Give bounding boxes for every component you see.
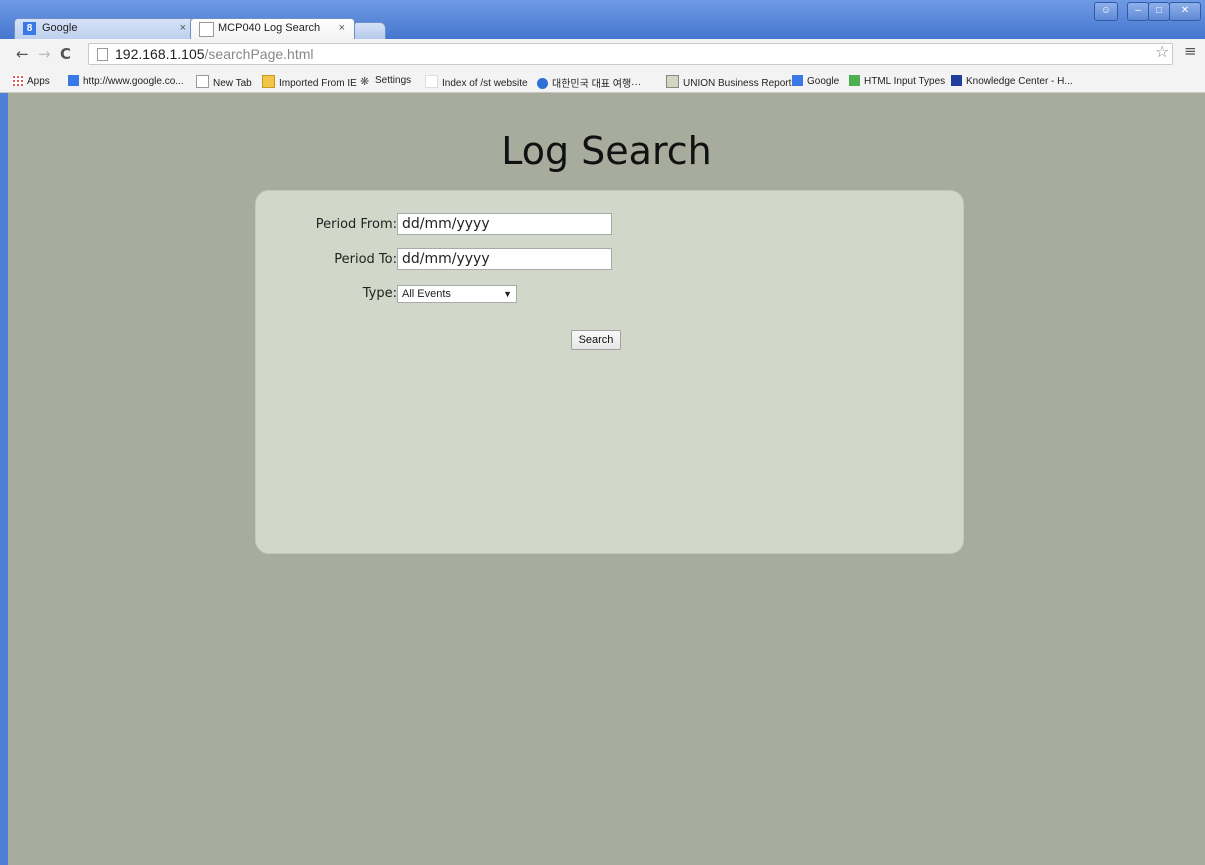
menu-icon[interactable]: ≡	[1184, 42, 1197, 60]
bookmark-label: Knowledge Center - H...	[966, 76, 1073, 87]
period-from-input[interactable]: dd/mm/yyyy	[397, 213, 612, 235]
bookmark-union-business-report[interactable]: UNION Business Report	[666, 75, 791, 89]
tab-close-icon[interactable]: ×	[339, 18, 345, 39]
url-host: 192.168.1.105	[115, 46, 205, 62]
bookmark-label: Google	[807, 76, 840, 87]
new-tab-button[interactable]	[354, 22, 386, 40]
bookmarks-bar: Apps http://www.google.co... New Tab Imp…	[0, 71, 1205, 93]
bookmark-label: HTML Input Types	[864, 76, 946, 87]
globe-icon	[537, 78, 548, 89]
page-icon	[196, 75, 209, 88]
url-path: /searchPage.html	[204, 46, 314, 62]
tab-google[interactable]: 8 Google ×	[14, 18, 196, 40]
image-icon	[666, 75, 679, 88]
browser-window: 8 Google × MCP040 Log Search × ☺ – □ ✕ ←…	[0, 0, 1205, 865]
period-from-label: Period From:	[315, 217, 397, 232]
tab-label: MCP040 Log Search	[218, 22, 321, 34]
google-icon	[792, 75, 803, 86]
folder-icon	[262, 75, 275, 88]
bookmark-label: Imported From IE	[279, 78, 357, 89]
period-from-row: Period From: dd/mm/yyyy	[256, 213, 963, 237]
bookmark-settings[interactable]: ❋ Settings	[360, 75, 412, 88]
period-to-label: Period To:	[334, 252, 397, 267]
html-icon	[849, 75, 860, 86]
type-select-value: All Events	[402, 288, 451, 300]
blank-page-icon	[425, 75, 438, 88]
bookmark-knowledge-center[interactable]: Knowledge Center - H...	[951, 75, 1073, 87]
ibm-icon	[951, 75, 962, 86]
bookmark-label: UNION Business Report	[683, 78, 792, 89]
bookmark-label: Index of /st website	[442, 78, 528, 89]
page-viewport: Log Search Period From: dd/mm/yyyy Perio…	[8, 93, 1205, 865]
bookmark-star-icon[interactable]: ☆	[1155, 42, 1169, 61]
period-to-input[interactable]: dd/mm/yyyy	[397, 248, 612, 270]
google-favicon-icon: 8	[23, 22, 36, 35]
type-row: Type: All Events ▼	[256, 285, 963, 309]
gear-icon: ❋	[360, 76, 370, 88]
bookmark-apps[interactable]: Apps	[12, 75, 50, 87]
bookmark-label: 대한민국 대표 여행···	[552, 79, 642, 90]
page-title: Log Search	[501, 129, 712, 173]
bookmark-google[interactable]: Google	[792, 75, 839, 87]
google-icon	[68, 75, 79, 86]
bookmark-label: New Tab	[213, 78, 252, 89]
bookmark-google-url[interactable]: http://www.google.co...	[68, 75, 184, 87]
tab-log-search[interactable]: MCP040 Log Search ×	[190, 18, 355, 40]
tab-close-icon[interactable]: ×	[180, 18, 186, 39]
type-select[interactable]: All Events ▼	[397, 285, 517, 303]
apps-icon	[12, 75, 23, 86]
bookmark-new-tab[interactable]: New Tab	[196, 75, 252, 89]
title-bar: 8 Google × MCP040 Log Search × ☺ – □ ✕	[0, 0, 1205, 40]
bookmark-imported-from-ie[interactable]: Imported From IE	[262, 75, 357, 89]
user-profile-icon[interactable]: ☺	[1094, 2, 1118, 21]
page-icon	[97, 48, 108, 61]
bookmark-label: http://www.google.co...	[83, 76, 184, 87]
address-bar[interactable]: 192.168.1.105/searchPage.html	[88, 43, 1173, 65]
dropdown-arrow-icon: ▼	[503, 289, 512, 299]
close-window-icon[interactable]: ✕	[1169, 2, 1201, 21]
type-label: Type:	[362, 286, 397, 301]
minimize-icon[interactable]: –	[1127, 2, 1149, 21]
browser-toolbar: ← → C 192.168.1.105/searchPage.html ☆ ≡	[0, 39, 1205, 72]
bookmark-label: Settings	[375, 75, 412, 86]
forward-arrow-icon[interactable]: →	[38, 45, 51, 63]
bookmark-index-st-website[interactable]: Index of /st website	[425, 75, 528, 89]
maximize-icon[interactable]: □	[1148, 2, 1170, 21]
search-form-panel: Period From: dd/mm/yyyy Period To: dd/mm…	[255, 190, 964, 554]
url-text: 192.168.1.105/searchPage.html	[115, 44, 313, 64]
reload-icon[interactable]: C	[60, 45, 71, 63]
bookmark-html-input-types[interactable]: HTML Input Types	[849, 75, 945, 87]
tab-label: Google	[42, 22, 78, 34]
back-arrow-icon[interactable]: ←	[16, 45, 29, 63]
bookmark-korea-travel[interactable]: 대한민국 대표 여행···	[537, 75, 641, 90]
period-to-row: Period To: dd/mm/yyyy	[256, 248, 963, 272]
page-favicon-icon	[199, 22, 214, 37]
bookmark-label: Apps	[27, 76, 50, 87]
search-button[interactable]: Search	[571, 330, 621, 350]
